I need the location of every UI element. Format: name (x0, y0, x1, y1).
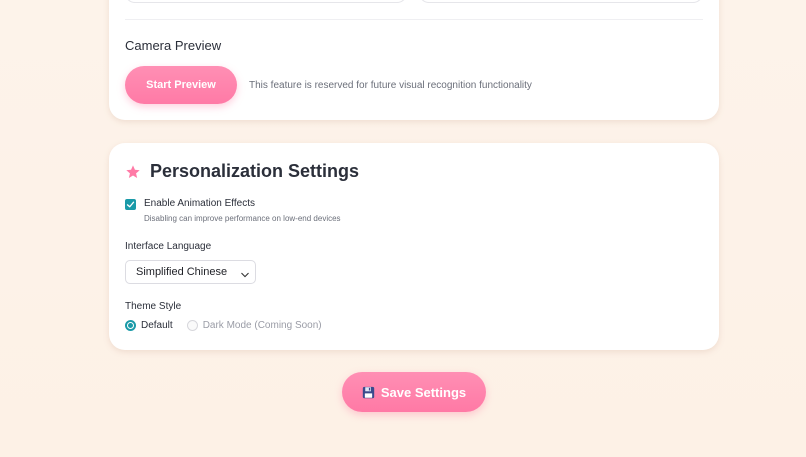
divider (125, 19, 703, 20)
theme-default-radio[interactable] (125, 320, 136, 331)
chevron-down-icon (241, 269, 249, 278)
language-label: Interface Language (125, 241, 212, 252)
theme-default-label[interactable]: Default (141, 320, 173, 331)
theme-dark-label: Dark Mode (Coming Soon) (202, 320, 322, 331)
card-header: Personalization Settings (125, 161, 359, 182)
camera-settings-card: Camera Preview Start Preview This featur… (109, 0, 719, 120)
checkmark-icon (126, 201, 135, 208)
theme-dark-radio (186, 320, 198, 331)
card-title: Personalization Settings (150, 161, 360, 181)
theme-options: Default Dark Mode (Coming Soon) (125, 320, 322, 331)
camera-preview-label: Camera Preview (125, 38, 222, 53)
star-icon (125, 164, 141, 180)
previous-input-left[interactable] (125, 0, 407, 3)
language-selected-value: Simplified Chinese (136, 266, 228, 278)
theme-label: Theme Style (125, 301, 182, 312)
language-select[interactable]: Simplified Chinese (125, 260, 256, 284)
personalization-settings-card: Personalization Settings Enable Animatio… (109, 143, 719, 350)
animation-toggle-row[interactable]: Enable Animation Effects Disabling can i… (125, 198, 341, 223)
camera-preview-note: This feature is reserved for future visu… (249, 80, 532, 91)
previous-input-right[interactable] (419, 0, 703, 3)
save-settings-label: Save Settings (380, 384, 467, 400)
animation-label: Enable Animation Effects (144, 198, 255, 209)
save-settings-button[interactable]: Save Settings (342, 372, 486, 412)
animation-hint: Disabling can improve performance on low… (144, 214, 341, 223)
floppy-disk-icon (362, 386, 375, 399)
start-preview-button[interactable]: Start Preview (125, 66, 237, 104)
animation-checkbox[interactable] (125, 199, 136, 210)
previous-inputs-row (125, 0, 703, 4)
